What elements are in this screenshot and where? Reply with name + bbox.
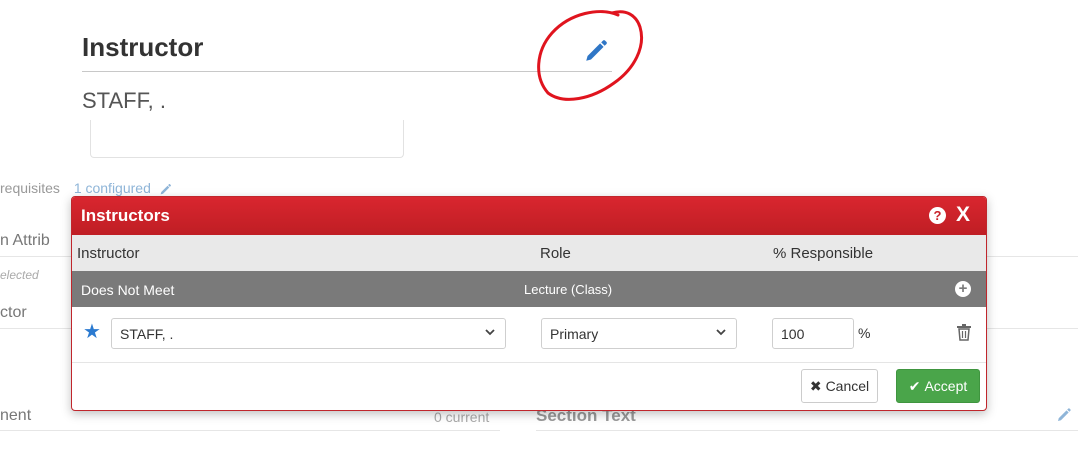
meeting-group-row: Does Not Meet Lecture (Class) + (72, 271, 986, 307)
prerequisites-label: requisites (0, 180, 60, 196)
help-icon[interactable]: ? (929, 207, 946, 224)
instructor-select-value: STAFF, . (120, 326, 174, 342)
heading-divider (82, 71, 612, 72)
column-headers: Instructor Role % Responsible (72, 235, 986, 271)
column-instructor: Instructor (77, 245, 140, 262)
dialog-header: Instructors ? X (72, 197, 986, 235)
pencil-icon[interactable] (1056, 407, 1072, 423)
selected-label: elected (0, 268, 39, 282)
accept-button[interactable]: ✔ Accept (896, 369, 980, 403)
instructor-heading: Instructor (82, 32, 204, 62)
role-select-value: Primary (550, 326, 599, 342)
pencil-icon[interactable] (159, 183, 172, 196)
pencil-icon[interactable] (583, 38, 609, 64)
instructors-dialog: Instructors ? X Instructor Role % Respon… (71, 196, 987, 411)
cancel-button[interactable]: ✖ Cancel (801, 369, 878, 403)
attributes-label: n Attrib (0, 232, 50, 249)
divider (536, 430, 1078, 431)
enrollment-label: nent (0, 407, 32, 424)
check-icon: ✔ (908, 378, 921, 394)
current-count: 0 current (434, 409, 490, 425)
accept-label: Accept (924, 378, 968, 394)
column-role: Role (540, 245, 571, 262)
star-icon[interactable]: ★ (83, 319, 101, 344)
instructor-select[interactable]: STAFF, . (111, 318, 506, 349)
instructor-label: ctor (0, 304, 27, 321)
group-role: Lecture (Class) (524, 282, 613, 297)
times-icon: ✖ (809, 378, 822, 394)
group-name: Does Not Meet (81, 282, 175, 298)
role-select[interactable]: Primary (541, 318, 737, 349)
instructor-value: STAFF, . (82, 88, 166, 113)
instructor-row: ★ STAFF, . Primary 100 % (72, 307, 986, 363)
cancel-label: Cancel (825, 378, 870, 394)
percent-sign: % (858, 325, 871, 341)
dialog-title: Instructors (81, 206, 170, 225)
prerequisites-row: requisites 1 configured (0, 180, 172, 196)
divider (0, 430, 500, 431)
percent-input[interactable]: 100 (772, 318, 854, 349)
background-panel (90, 120, 404, 158)
plus-icon[interactable]: + (955, 281, 971, 297)
column-percent-responsible: % Responsible (773, 245, 874, 262)
dialog-footer: ✖ Cancel ✔ Accept (72, 363, 986, 410)
trash-icon[interactable] (956, 323, 972, 341)
chevron-down-icon (485, 329, 495, 336)
chevron-down-icon (716, 329, 726, 336)
prerequisites-link[interactable]: 1 configured (74, 180, 151, 196)
close-icon[interactable]: X (956, 203, 970, 227)
